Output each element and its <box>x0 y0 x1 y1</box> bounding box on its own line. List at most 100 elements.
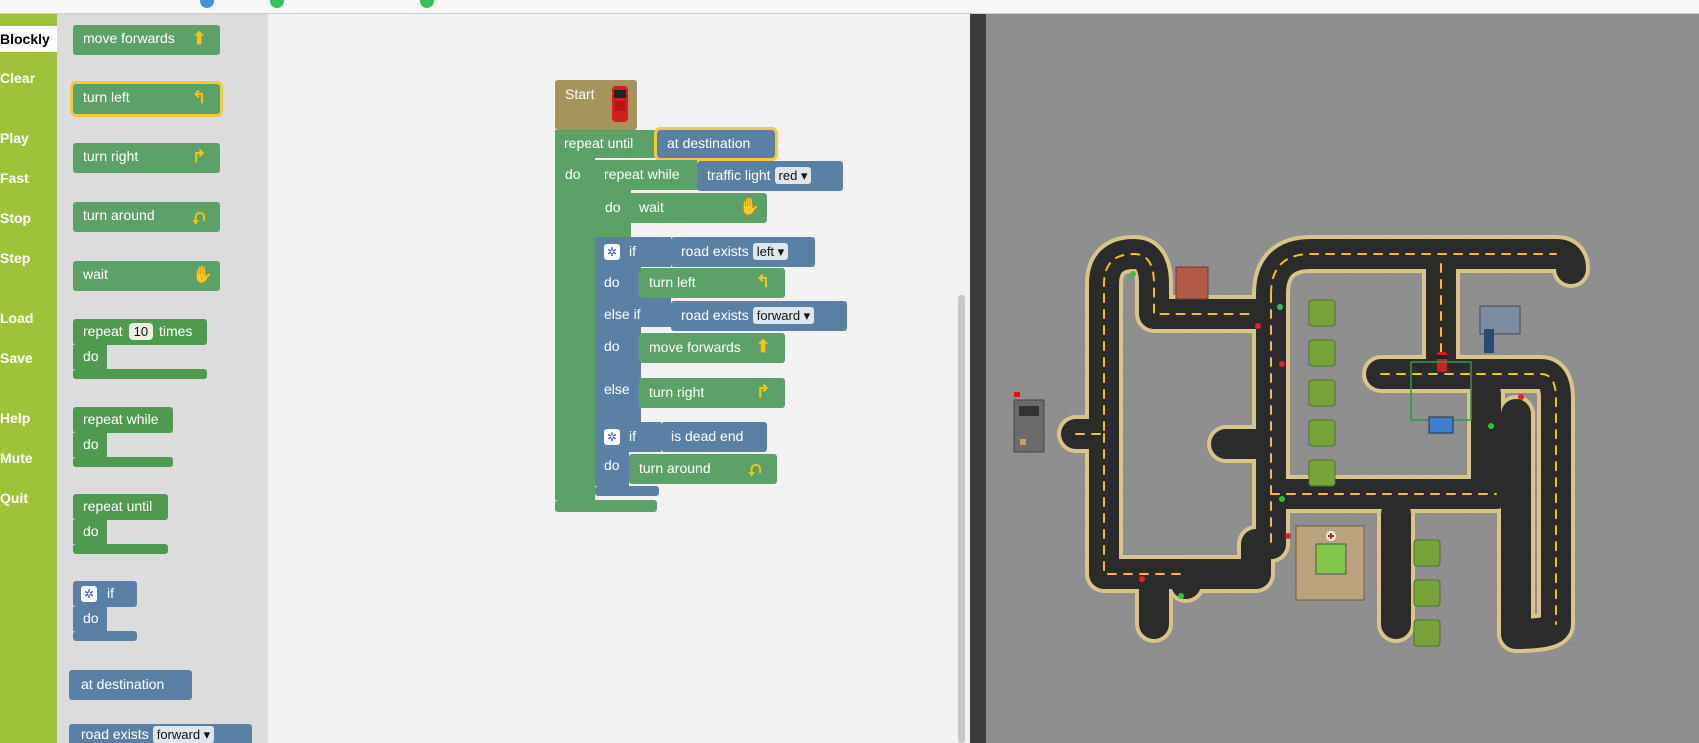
repeat-while-arm: do <box>595 190 631 240</box>
block-label: repeat until <box>83 498 153 514</box>
toolbox-wait-block[interactable]: wait ✋ <box>73 261 220 291</box>
block-footer <box>73 631 137 641</box>
block-label: road exists forward ▾ <box>681 307 815 324</box>
program-workspace[interactable]: Start repeat until do at destination rep… <box>268 14 970 743</box>
block-label: repeat while <box>83 411 159 427</box>
hand-icon: ✋ <box>739 197 761 216</box>
block-label: road exists left ▾ <box>681 243 789 260</box>
arrow-up-icon: ⬆ <box>756 337 771 356</box>
toolbox-turn-right-block[interactable]: turn right ↱ <box>73 143 220 173</box>
else-if-row <box>641 297 671 327</box>
toolbox-repeat-times-block[interactable]: repeat 10 times <box>73 319 207 345</box>
else-label: else <box>604 381 630 397</box>
turn-right-block[interactable]: turn right ↱ <box>639 378 785 408</box>
at-destination-condition[interactable]: at destination <box>654 127 778 161</box>
repeat-while-block[interactable]: repeat while <box>595 160 697 190</box>
browser-toolbar <box>0 0 1699 14</box>
road-exists-forward-condition[interactable]: road exists forward ▾ <box>671 301 847 331</box>
toolbox-move-forwards-block[interactable]: move forwards ⬆ <box>73 25 220 55</box>
sidebar-item-stop[interactable]: Stop <box>0 205 31 231</box>
road-exists-left-condition[interactable]: road exists left ▾ <box>671 237 815 267</box>
sidebar-item-load[interactable]: Load <box>0 305 33 331</box>
sidebar-item-clear[interactable]: Clear <box>0 65 35 91</box>
road-exists-forward-dropdown[interactable]: forward ▾ <box>752 307 815 324</box>
sidebar-item-save[interactable]: Save <box>0 345 33 371</box>
do-label: do <box>83 523 99 539</box>
gear-icon[interactable]: ✲ <box>604 429 620 445</box>
panel-divider[interactable] <box>970 14 986 743</box>
sidebar-item-blockly[interactable]: Blockly <box>0 26 57 52</box>
sidebar-item-mute[interactable]: Mute <box>0 445 33 471</box>
do-label: do <box>565 166 581 182</box>
block-footer <box>73 369 207 379</box>
is-dead-end-condition[interactable]: is dead end <box>661 422 767 452</box>
block-label: if <box>629 428 636 444</box>
turn-right-icon: ↱ <box>756 382 771 401</box>
do-label: do <box>83 436 99 452</box>
house-icon <box>1013 392 1045 453</box>
if-dead-end-arm: do <box>595 452 629 486</box>
repeat-count-field[interactable]: 10 <box>128 323 154 340</box>
do-label: do <box>604 338 620 354</box>
block-label: road exists forward ▾ <box>81 726 215 743</box>
block-label: at destination <box>81 676 165 692</box>
tab-icon <box>200 0 214 8</box>
block-label: traffic light red ▾ <box>707 167 812 184</box>
sidebar-item-fast[interactable]: Fast <box>0 165 29 191</box>
start-label: Start <box>565 86 595 102</box>
workspace-scrollbar[interactable] <box>958 295 965 743</box>
do-label: do <box>83 348 99 364</box>
van-icon <box>612 86 628 122</box>
road-exists-left-dropdown[interactable]: left ▾ <box>752 243 789 260</box>
toolbox-if-block[interactable]: ✲ if <box>73 581 137 607</box>
gear-icon[interactable]: ✲ <box>604 244 620 260</box>
toolbox-repeat-until-block[interactable]: repeat until <box>73 494 168 520</box>
toolbox-repeat-while-block[interactable]: repeat while <box>73 407 173 433</box>
sidebar-item-help[interactable]: Help <box>0 405 30 431</box>
traffic-light-condition[interactable]: traffic light red ▾ <box>697 161 843 191</box>
block-label: wait <box>83 266 108 282</box>
toolbox-turn-left-block[interactable]: turn left ↰ <box>70 81 223 117</box>
if-dead-end-footer <box>595 486 659 496</box>
block-footer <box>73 544 168 554</box>
block-label: wait <box>639 199 664 215</box>
block-label: if <box>107 585 114 601</box>
block-label: turn right <box>649 384 705 400</box>
road-exists-dropdown[interactable]: forward ▾ <box>152 726 215 743</box>
toolbox-at-destination-block[interactable]: at destination <box>69 670 192 700</box>
block-label: if <box>629 243 636 259</box>
toolbox-turn-around-block[interactable]: turn around ⮏ <box>73 202 220 232</box>
sidebar-item-quit[interactable]: Quit <box>0 485 28 511</box>
block-label: is dead end <box>671 428 744 444</box>
destination-icon <box>1428 416 1454 434</box>
block-label: turn left <box>83 89 130 105</box>
move-forwards-block[interactable]: move forwards ⬆ <box>639 333 785 363</box>
sidebar-item-step[interactable]: Step <box>0 245 30 271</box>
sidebar-item-play[interactable]: Play <box>0 125 29 151</box>
gear-icon[interactable]: ✲ <box>81 586 97 602</box>
turn-left-block[interactable]: turn left ↰ <box>639 268 785 298</box>
toolbox-road-exists-block[interactable]: road exists forward ▾ <box>69 724 252 743</box>
map-view <box>986 14 1699 743</box>
block-label: repeat 10 times <box>83 323 193 340</box>
turn-around-block[interactable]: turn around ⮏ <box>629 454 777 484</box>
block-footer <box>73 457 173 467</box>
wait-block[interactable]: wait ✋ <box>629 193 767 223</box>
traffic-light-dropdown[interactable]: red ▾ <box>774 167 812 184</box>
block-label: turn right <box>83 148 139 164</box>
block-label: turn around <box>639 460 711 476</box>
status-icon <box>270 0 284 8</box>
repeat-until-arm: do <box>555 158 595 500</box>
turn-left-icon: ↰ <box>756 272 771 291</box>
sidebar: Blockly Clear Play Fast Stop Step Load S… <box>0 14 57 743</box>
hand-icon: ✋ <box>192 265 214 284</box>
block-label: repeat while <box>604 166 680 182</box>
if-dead-end-block[interactable]: ✲ if <box>595 422 661 452</box>
start-block[interactable]: Start <box>555 80 637 130</box>
if-else-block[interactable]: ✲ if <box>595 237 671 267</box>
do-label: do <box>83 610 99 626</box>
repeat-until-block[interactable]: repeat until <box>555 130 655 158</box>
block-label: move forwards <box>83 30 175 46</box>
status-icon <box>420 0 434 8</box>
do-label: do <box>604 457 620 473</box>
